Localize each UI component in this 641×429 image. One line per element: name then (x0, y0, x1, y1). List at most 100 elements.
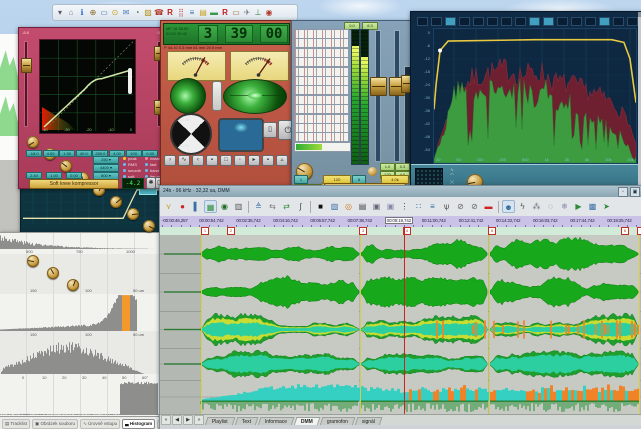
toolbar-icon-18[interactable]: ⊥ (253, 7, 263, 18)
spec-toolbar-button-0[interactable] (417, 17, 428, 26)
toolbar-icon-6[interactable]: ✉ (121, 7, 131, 18)
editor-toolbar-icon-20[interactable]: ≡ (426, 200, 439, 213)
track-4[interactable] (160, 348, 641, 381)
toolbar-icon-17[interactable]: ✈ (242, 7, 252, 18)
toolbar-icon-19[interactable]: ◉ (264, 7, 274, 18)
toolbar-icon-14[interactable]: ▬ (209, 7, 219, 18)
compressor-mode-button[interactable]: Soft knee kompressor (29, 179, 119, 189)
toolbar-icon-9[interactable]: ☎ (154, 7, 164, 18)
toolbar-icon-12[interactable]: ≡ (187, 7, 197, 18)
editor-toolbar-icon-0[interactable]: ⋎ (162, 200, 175, 213)
editor-toolbar-icon-21[interactable]: ѱ (440, 200, 453, 213)
toolbar-icon-4[interactable]: ▭ (99, 7, 109, 18)
editor-toolbar-icon-27[interactable]: ϟ (516, 200, 529, 213)
input-slider-handle[interactable] (21, 58, 32, 73)
curve-mini-slider[interactable] (128, 68, 132, 94)
marker-flag-1[interactable]: 1 (201, 227, 209, 235)
track-2[interactable] (160, 273, 641, 312)
comp-knob2-1[interactable] (47, 267, 59, 279)
vu-small-button-1[interactable]: ∿ (178, 155, 190, 166)
vu-small-button-4[interactable]: □ (220, 155, 232, 166)
titlebar-button-1[interactable]: ▣ (630, 187, 640, 197)
comp-knob2-2[interactable] (67, 279, 79, 291)
editor-toolbar-icon-1[interactable]: ● (176, 200, 189, 213)
toolbar-icon-10[interactable]: R (165, 7, 175, 18)
status-tab--rovn-vstupu[interactable]: ∿ Úrovně vstupu (80, 419, 120, 429)
editor-toolbar-icon-17[interactable]: ▣ (384, 200, 397, 213)
editor-toolbar-icon-24[interactable]: ▬ (482, 200, 495, 213)
editor-toolbar-icon-33[interactable]: ➤ (600, 200, 613, 213)
marker-flag-5[interactable]: 5 (488, 227, 496, 235)
spec-toolbar-button-13[interactable] (599, 17, 610, 26)
editor-toolbar-icon-8[interactable]: ⇆ (266, 200, 279, 213)
vu-small-button-0[interactable]: › (164, 155, 176, 166)
toolbar-icon-7[interactable]: ◔ (132, 7, 142, 18)
track-5[interactable] (160, 380, 641, 415)
editor-titlebar[interactable]: 24b - 96 kHz · 32,32 sa, DMM ▫▣ (160, 186, 641, 197)
vu-small-button-7[interactable]: ▪ (262, 155, 274, 166)
spec-toolbar-button-3[interactable] (459, 17, 470, 26)
comp-knob-2[interactable] (60, 160, 72, 172)
vu-small-button-8[interactable]: ▵ (276, 155, 288, 166)
editor-toolbar-icon-30[interactable]: ❄ (558, 200, 571, 213)
comp-knob-0[interactable] (27, 136, 39, 148)
editor-toolbar-icon-10[interactable]: ∫ (294, 200, 307, 213)
editor-toolbar-icon-32[interactable]: ▩ (586, 200, 599, 213)
editor-toolbar-icon-18[interactable]: ⋮ (398, 200, 411, 213)
track-area[interactable] (160, 235, 641, 414)
editor-toolbar-icon-9[interactable]: ⇄ (280, 200, 293, 213)
track-1[interactable] (160, 235, 641, 274)
toolbar-icon-15[interactable]: R (220, 7, 230, 18)
titlebar-button-0[interactable]: ▫ (618, 187, 628, 197)
editor-toolbar-icon-12[interactable]: ■ (314, 200, 327, 213)
editor-toolbar-icon-28[interactable]: ⁂ (530, 200, 543, 213)
comp-knob2-0[interactable] (27, 255, 39, 267)
toolbar-icon-1[interactable]: ⌂ (66, 7, 76, 18)
editor-toolbar-icon-16[interactable]: ▣ (370, 200, 383, 213)
editor-toolbar-icon-23[interactable]: ⊘ (468, 200, 481, 213)
editor-toolbar-icon-7[interactable]: ≜ (252, 200, 265, 213)
spec-toolbar-button-1[interactable] (431, 17, 442, 26)
marker-flag-6[interactable] (637, 227, 641, 235)
spec-toolbar-button-15[interactable] (627, 17, 638, 26)
editor-toolbar-icon-3[interactable]: ▦ (204, 200, 217, 213)
vu-small-button-2[interactable]: ‹ (192, 155, 204, 166)
toolbar-icon-0[interactable]: ▾ (55, 7, 65, 18)
editor-toolbar-icon-26[interactable]: ☻ (502, 200, 515, 213)
small-knob[interactable] (368, 167, 377, 176)
comp-knob-6[interactable] (127, 208, 139, 220)
comp-select-0[interactable]: 250 ▾ (93, 156, 119, 164)
vu-small-button-3[interactable]: ▪ (206, 155, 218, 166)
spec-toolbar-button-2[interactable] (445, 17, 456, 26)
spec-toolbar-button-10[interactable] (557, 17, 568, 26)
editor-toolbar-icon-22[interactable]: ⊘ (454, 200, 467, 213)
toolbar-icon-13[interactable]: ▤ (198, 7, 208, 18)
tab-nav-1[interactable]: ◀ (172, 415, 182, 425)
vu-small-button-5[interactable]: ◦ (234, 155, 246, 166)
strip-button-0[interactable]: 1 (294, 175, 308, 184)
editor-toolbar-icon-4[interactable]: ◉ (218, 200, 231, 213)
toolbar-icon-16[interactable]: ▭ (231, 7, 241, 18)
spec-toolbar-button-11[interactable] (571, 17, 582, 26)
toolbar-icon-3[interactable]: ⊕ (88, 7, 98, 18)
toolbar-icon-2[interactable]: ℹ (77, 7, 87, 18)
editor-toolbar-icon-15[interactable]: ▤ (356, 200, 369, 213)
spec-toolbar-button-6[interactable] (501, 17, 512, 26)
mode-button[interactable]: ▯ (263, 122, 277, 138)
vu-small-button-6[interactable]: ▸ (248, 155, 260, 166)
status-tab-tracklist[interactable]: ▤ Tracklist (2, 419, 30, 429)
status-tab-obr-zek-souboru[interactable]: ▣ Obrázek souboru (32, 419, 78, 429)
editor-toolbar-icon-2[interactable]: ▌ (190, 200, 203, 213)
marker-flag-2[interactable]: 2 (227, 227, 235, 235)
spec-toolbar-button-5[interactable] (487, 17, 498, 26)
comp-knob-5[interactable] (110, 196, 122, 208)
track-3[interactable] (160, 311, 641, 349)
spec-toolbar-button-12[interactable] (585, 17, 596, 26)
spec-toolbar-button-9[interactable] (543, 17, 554, 26)
spec-toolbar-button-4[interactable] (473, 17, 484, 26)
spec-toolbar-button-7[interactable] (515, 17, 526, 26)
spec-toolbar-button-14[interactable] (613, 17, 624, 26)
editor-toolbar-icon-31[interactable]: ▶ (572, 200, 585, 213)
toolbar-icon-11[interactable]: ⣿ (176, 7, 186, 18)
tab-nav-0[interactable]: « (161, 415, 171, 425)
